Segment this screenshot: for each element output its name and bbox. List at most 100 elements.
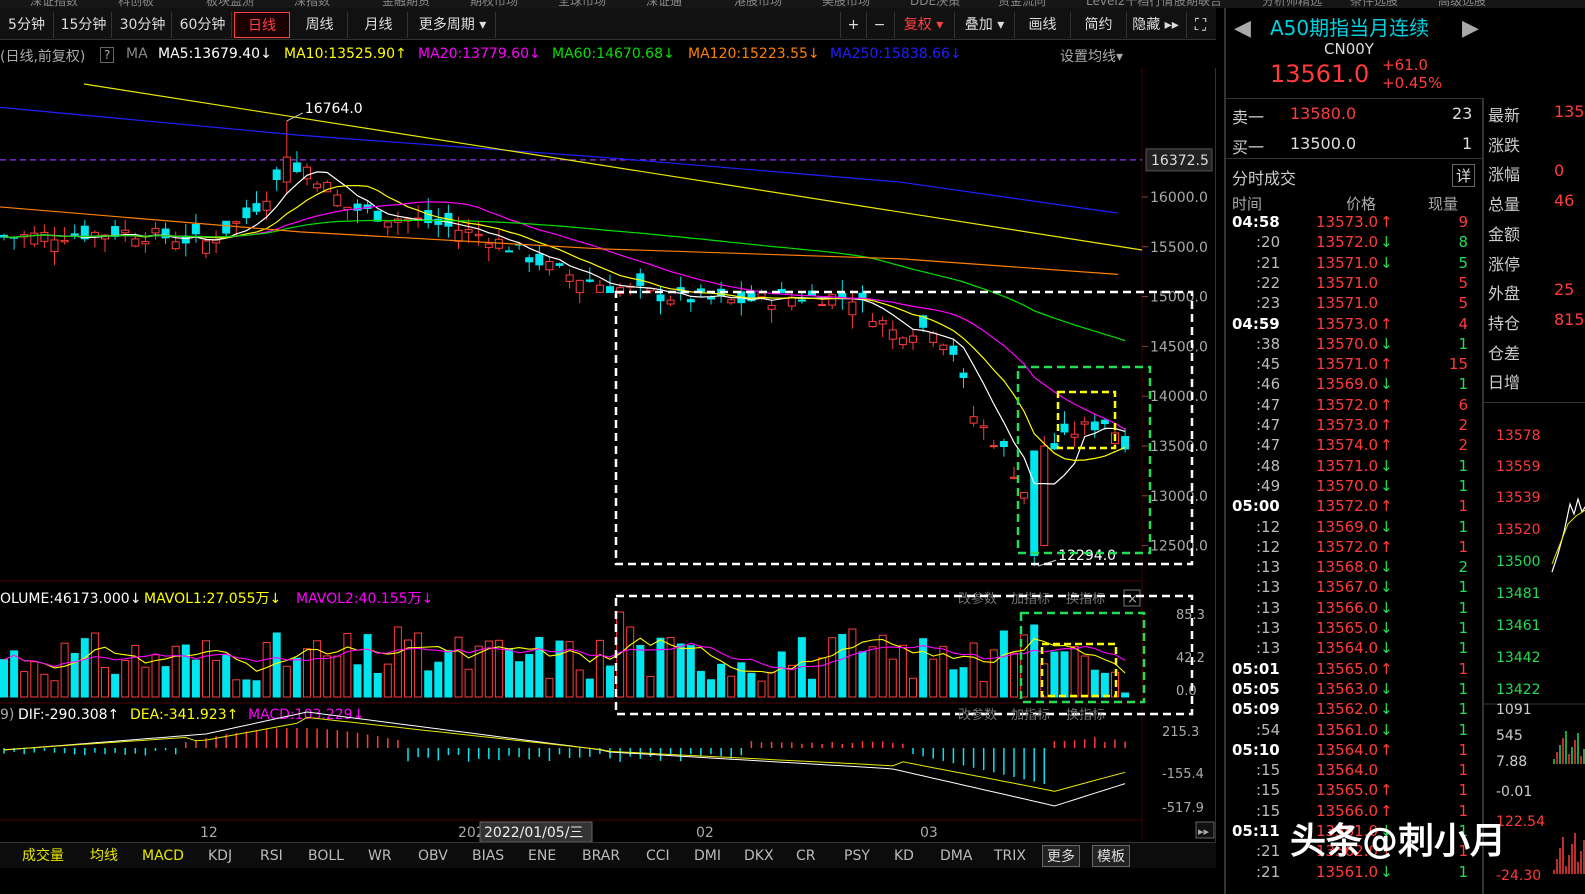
- next-symbol-icon[interactable]: ▶: [1462, 16, 1479, 41]
- top-menu-item[interactable]: 资金流向: [998, 0, 1046, 8]
- volume-control-1[interactable]: 加指标: [1011, 592, 1050, 607]
- indicator-tab-8[interactable]: BIAS: [468, 845, 508, 867]
- tick-direction-icon: ↑: [1380, 781, 1393, 800]
- indicator-tab-5[interactable]: BOLL: [304, 845, 348, 867]
- indicator-tab-19[interactable]: 更多: [1042, 845, 1080, 867]
- top-menu-item[interactable]: 深证通: [646, 0, 682, 8]
- tick-direction-icon: ↑: [1380, 537, 1393, 556]
- top-menu-item[interactable]: Level2十档行情: [1086, 0, 1173, 8]
- candle-body: [40, 231, 49, 242]
- volume-control-0[interactable]: 改参数: [958, 591, 997, 607]
- indicator-tab-15[interactable]: PSY: [840, 845, 874, 867]
- tick-row: :47 13574.0 ↑ 2: [1226, 436, 1482, 456]
- period-7[interactable]: 更多周期 ▾: [410, 12, 496, 38]
- indicator-tab-13[interactable]: DKX: [740, 845, 778, 867]
- tick-time: :13: [1256, 619, 1281, 637]
- top-menu-item[interactable]: 期权市场: [470, 0, 518, 8]
- candle-body: [505, 250, 513, 253]
- ma-prefix: (日线,前复权): [0, 49, 86, 65]
- tick-price: 13564.0: [1316, 761, 1379, 780]
- indicator-tab-9[interactable]: ENE: [524, 845, 560, 867]
- candle-body: [484, 243, 493, 248]
- candle-body: [242, 207, 251, 219]
- period-3[interactable]: 60分钟: [174, 12, 232, 38]
- indicator-tab-7[interactable]: OBV: [414, 845, 452, 867]
- volume-close-icon[interactable]: ×: [1127, 592, 1138, 607]
- indicator-tab-3[interactable]: KDJ: [204, 845, 236, 867]
- indicator-tab-18[interactable]: TRIX: [990, 845, 1030, 867]
- indicator-tab-12[interactable]: DMI: [690, 845, 725, 867]
- prev-symbol-icon[interactable]: ◀: [1234, 16, 1251, 41]
- indicator-tab-1[interactable]: 均线: [86, 845, 122, 867]
- indicator-tab-17[interactable]: DMA: [936, 845, 976, 867]
- top-menu-item[interactable]: 分析师精选: [1262, 0, 1322, 8]
- indicator-tab-16[interactable]: KD: [890, 845, 918, 867]
- top-menu-item[interactable]: 板块监测: [206, 0, 254, 8]
- tick-price: 13564.0: [1316, 639, 1379, 658]
- macd-control-2[interactable]: 换指标: [1066, 708, 1105, 723]
- indicator-tab-10[interactable]: BRAR: [578, 845, 624, 867]
- stat-label: 涨幅: [1488, 165, 1521, 185]
- indicator-tab-11[interactable]: CCI: [642, 845, 674, 867]
- macd-control-1[interactable]: 加指标: [1011, 708, 1050, 723]
- period-4[interactable]: 日线: [234, 12, 290, 38]
- top-menu-item[interactable]: 高级选股: [1438, 0, 1486, 8]
- period-5[interactable]: 周线: [292, 12, 348, 38]
- help-icon[interactable]: ?: [100, 47, 115, 63]
- period-6[interactable]: 月线: [350, 12, 408, 38]
- candle-body: [171, 241, 180, 250]
- indicator-tab-14[interactable]: CR: [792, 845, 820, 867]
- tool-3[interactable]: 叠加 ▾: [954, 12, 1014, 38]
- candlestick-chart[interactable]: 16000.015500.015000.014500.014000.013500…: [0, 68, 1216, 842]
- tool-2[interactable]: 复权 ▾: [894, 12, 952, 38]
- top-menu-item[interactable]: 深证指数: [30, 0, 78, 8]
- indicator-tab-2[interactable]: MACD: [138, 845, 188, 867]
- tool-6[interactable]: 隐藏 ▸▸: [1126, 12, 1184, 38]
- tick-volume: 9: [1458, 213, 1468, 231]
- period-0[interactable]: 5分钟: [0, 12, 54, 38]
- ticks-detail-button[interactable]: 详: [1452, 164, 1476, 187]
- top-menu-item[interactable]: 科创板: [118, 0, 154, 8]
- macd-control-0[interactable]: 改参数: [958, 707, 997, 723]
- volume-bar: [20, 671, 29, 698]
- tick-volume: 1: [1458, 334, 1468, 353]
- fullscreen-icon[interactable]: ⛶: [1186, 12, 1214, 38]
- top-menu-item[interactable]: DDE决策: [910, 0, 960, 8]
- indicator-tab-6[interactable]: WR: [364, 845, 396, 867]
- top-menu-item[interactable]: 股期联合: [1174, 0, 1222, 8]
- candle-body: [1010, 476, 1018, 479]
- top-menu-item[interactable]: 条件选股: [1350, 0, 1398, 8]
- indicator-tab-0[interactable]: 成交量: [18, 845, 68, 867]
- period-2[interactable]: 30分钟: [114, 12, 172, 38]
- stats-column: 最新 135 涨跌 涨幅 0 总量 46 金额 涨停 外盘 25 持仓 815 仓差 日增: [1488, 102, 1585, 402]
- volume-bar: [525, 654, 534, 698]
- ma-settings-button[interactable]: 设置均线▾: [1060, 46, 1123, 66]
- stat-label: 持仓: [1488, 313, 1521, 333]
- tick-price: 13561.0: [1316, 862, 1379, 881]
- top-menu-item[interactable]: 港股市场: [734, 0, 782, 8]
- top-menu-item[interactable]: 深指数: [294, 0, 330, 8]
- candle-body: [909, 335, 917, 343]
- tick-direction-icon: ↑: [1380, 497, 1393, 516]
- top-menu-item[interactable]: 金融期货: [382, 0, 430, 8]
- tool-5[interactable]: 简约: [1070, 12, 1126, 38]
- tool-0[interactable]: +: [840, 12, 866, 38]
- scroll-right-icon[interactable]: ▸▸: [1198, 825, 1210, 838]
- top-menu-item[interactable]: 美股市场: [822, 0, 870, 8]
- volume-control-2[interactable]: 换指标: [1066, 592, 1105, 607]
- period-1[interactable]: 15分钟: [56, 12, 112, 38]
- indicator-tab-4[interactable]: RSI: [256, 845, 287, 867]
- tool-1[interactable]: −: [866, 12, 892, 38]
- trend-line: [83, 83, 1143, 251]
- indicator-tab-20[interactable]: 模板: [1092, 845, 1130, 867]
- top-menu-item[interactable]: 全球市场: [558, 0, 606, 8]
- tick-direction-icon: ↓: [1380, 456, 1393, 475]
- tick-row: :23 13571.0 5: [1226, 294, 1482, 314]
- stat-value: 25: [1554, 280, 1575, 300]
- mini-vol-axis-label: 1091: [1496, 702, 1532, 718]
- tool-4[interactable]: 画线: [1014, 12, 1070, 38]
- volume-bar: [747, 672, 756, 698]
- tick-volume: 1: [1458, 517, 1468, 536]
- tick-volume: 1: [1458, 497, 1468, 516]
- candle-body: [252, 203, 261, 212]
